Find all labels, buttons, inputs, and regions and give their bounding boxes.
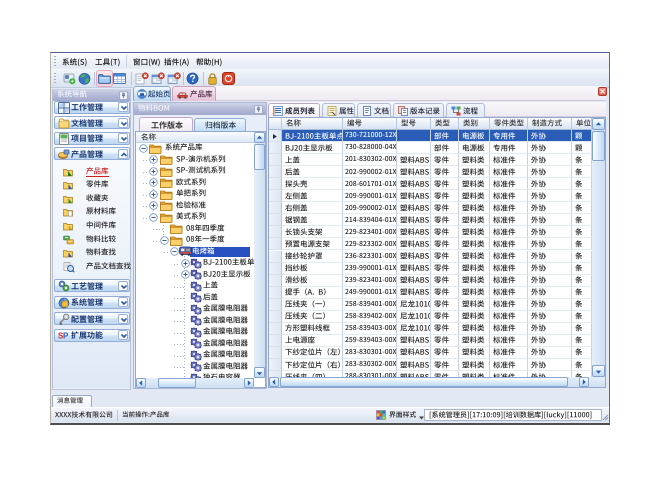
svg-text:P: P: [63, 331, 69, 340]
